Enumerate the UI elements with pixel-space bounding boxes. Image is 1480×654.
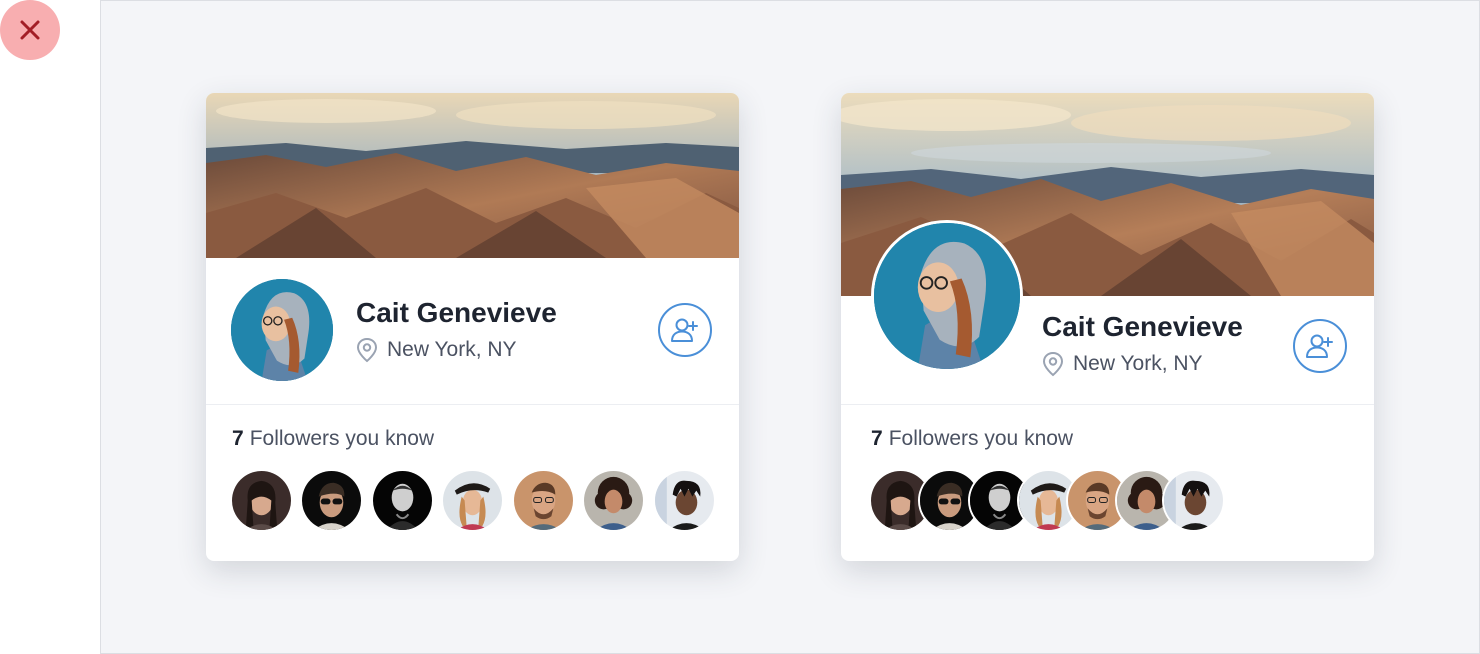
add-user-icon xyxy=(671,318,698,342)
follower-avatar[interactable] xyxy=(302,471,361,530)
followers-you-know: 7 Followers you know xyxy=(871,427,1073,451)
follower-avatar[interactable] xyxy=(373,471,432,530)
add-user-icon xyxy=(1306,334,1333,358)
profile-name: Cait Genevieve xyxy=(1042,311,1243,342)
follower-avatar[interactable] xyxy=(584,471,643,530)
location-pin-icon xyxy=(1042,351,1064,377)
follow-button[interactable] xyxy=(1293,319,1347,373)
followers-you-know: 7 Followers you know xyxy=(232,427,434,451)
divider xyxy=(841,404,1374,405)
profile-avatar[interactable] xyxy=(231,279,333,381)
followers-avatar-row xyxy=(206,471,739,531)
location-text: New York, NY xyxy=(387,338,517,361)
profile-avatar[interactable] xyxy=(871,220,1023,372)
canvas: Cait Genevieve New York, NY 7 Followers y… xyxy=(100,0,1480,654)
profile-name: Cait Genevieve xyxy=(356,297,557,328)
followers-avatar-row xyxy=(841,471,1374,531)
followers-label: Followers you know xyxy=(249,427,435,450)
followers-count: 7 xyxy=(232,427,244,450)
follower-avatar[interactable] xyxy=(1164,471,1223,530)
follower-avatar[interactable] xyxy=(514,471,573,530)
cover-image xyxy=(206,93,739,258)
profile-location: New York, NY xyxy=(1042,351,1203,377)
follower-avatar[interactable] xyxy=(443,471,502,530)
follower-avatar[interactable] xyxy=(232,471,291,530)
location-pin-icon xyxy=(356,337,378,363)
location-text: New York, NY xyxy=(1073,352,1203,375)
profile-location: New York, NY xyxy=(356,337,517,363)
profile-card-overlap: Cait Genevieve New York, NY 7 Followers y… xyxy=(841,93,1374,561)
followers-count: 7 xyxy=(871,427,883,450)
followers-label: Followers you know xyxy=(888,427,1074,450)
follower-avatar[interactable] xyxy=(655,471,714,530)
profile-card-compact: Cait Genevieve New York, NY 7 Followers y… xyxy=(206,93,739,561)
follow-button[interactable] xyxy=(658,303,712,357)
close-icon xyxy=(20,20,40,40)
close-button[interactable] xyxy=(0,0,60,60)
divider xyxy=(206,404,739,405)
